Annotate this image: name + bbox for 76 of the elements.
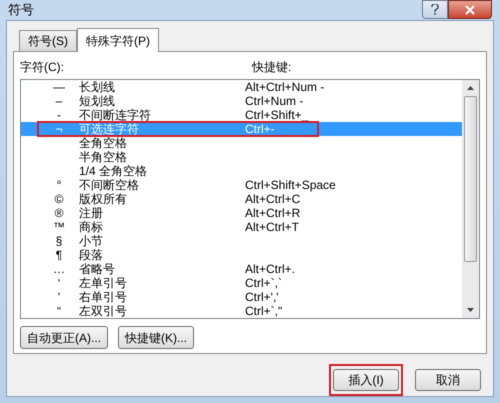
symbol-glyph: “	[57, 304, 61, 318]
shortcut-text: Ctrl+Shift+_	[245, 108, 308, 122]
list-row[interactable]: ¶ 段落	[21, 248, 462, 262]
symbol-name: 不间断空格	[79, 178, 140, 192]
list-row[interactable]: “ 左双引号 Ctrl+`,"	[21, 304, 462, 318]
list-row[interactable]: © 版权所有 Alt+Ctrl+C	[21, 192, 462, 206]
symbol-glyph: ®	[54, 206, 64, 220]
symbol-glyph: ™	[53, 220, 65, 234]
symbol-glyph: …	[53, 262, 65, 276]
symbol-name: 半角空格	[79, 150, 128, 164]
symbol-name: 1/4 全角空格	[79, 164, 148, 178]
symbol-name: 全角空格	[79, 136, 128, 150]
symbol-glyph: ¶	[56, 248, 62, 262]
close-icon	[465, 4, 475, 14]
shortcut-text: Ctrl+Num -	[245, 94, 304, 108]
list-row[interactable]: – 短划线 Ctrl+Num -	[21, 94, 462, 108]
shortcut-text: Ctrl+','	[245, 290, 279, 304]
scroll-up-icon	[467, 86, 474, 90]
symbol-name: 省略号	[79, 262, 116, 276]
shortcut-text: Alt+Ctrl+Num -	[245, 80, 324, 94]
symbol-glyph: ’	[58, 290, 60, 304]
symbol-name: 长划线	[79, 80, 116, 94]
shortcut-text: Alt+Ctrl+R	[245, 206, 300, 220]
help-button[interactable]	[422, 0, 448, 19]
list-row[interactable]: ™ 商标 Alt+Ctrl+T	[21, 220, 462, 234]
symbol-name: 短划线	[79, 94, 116, 108]
list-row[interactable]: 全角空格	[21, 136, 462, 150]
tab[interactable]: 特殊字符(P)	[77, 28, 159, 52]
list-row[interactable]: § 小节	[21, 234, 462, 248]
symbol-name: 小节	[79, 234, 104, 248]
scroll-down-icon	[467, 308, 474, 312]
list-row[interactable]: 半角空格	[21, 150, 462, 164]
list-row[interactable]: — 长划线 Alt+Ctrl+Num -	[21, 80, 462, 94]
list-label: 字符(C):	[20, 59, 65, 76]
symbol-glyph: -	[57, 108, 61, 122]
shortcut-text: Alt+Ctrl+.	[245, 262, 296, 276]
shortcut-text: Ctrl+`,"	[245, 304, 282, 318]
symbol-name: 不间断连字符	[79, 108, 152, 122]
list-row[interactable]: ° 不间断空格 Ctrl+Shift+Space	[21, 178, 462, 192]
list-row[interactable]: … 省略号 Alt+Ctrl+.	[21, 262, 462, 276]
shortcut-text: Ctrl+-	[245, 122, 275, 136]
symbol-name: 右单引号	[79, 290, 128, 304]
list-row[interactable]: ® 注册 Alt+Ctrl+R	[21, 206, 462, 220]
symbol-name: 版权所有	[79, 192, 128, 206]
window-title: 符号	[8, 1, 34, 20]
dialog-button[interactable]: 插入(I)	[333, 369, 399, 391]
symbol-name: 左单引号	[79, 276, 128, 290]
symbol-glyph: ©	[54, 192, 64, 206]
panel-button[interactable]: 快捷键(K)...	[118, 326, 194, 349]
scroll-thumb[interactable]	[464, 96, 477, 262]
close-button[interactable]	[448, 0, 492, 19]
symbol-glyph: ‘	[58, 276, 60, 290]
column-label: 快捷键:	[252, 59, 292, 76]
symbol-name: 左双引号	[79, 304, 128, 318]
symbol-name: 可选连字符	[79, 122, 140, 136]
symbol-glyph: —	[53, 80, 65, 94]
tab[interactable]: 符号(S)	[19, 30, 77, 51]
symbol-glyph: –	[56, 94, 62, 108]
symbol-name: 商标	[79, 220, 104, 234]
list-row[interactable]: - 不间断连字符 Ctrl+Shift+_	[21, 108, 462, 122]
symbol-glyph: °	[56, 178, 62, 192]
symbol-name: 注册	[79, 206, 104, 220]
scrollbar[interactable]	[462, 80, 479, 318]
dialog-button[interactable]: 取消	[415, 369, 481, 391]
shortcut-text: Ctrl+`,`	[245, 276, 282, 290]
shortcut-text: Ctrl+Shift+Space	[245, 178, 336, 192]
list-row[interactable]: ‘ 左单引号 Ctrl+`,`	[21, 276, 462, 290]
panel-button[interactable]: 自动更正(A)...	[20, 326, 108, 349]
shortcut-text: Alt+Ctrl+C	[245, 192, 300, 206]
list-row[interactable]: ’ 右单引号 Ctrl+','	[21, 290, 462, 304]
symbol-name: 段落	[79, 248, 104, 262]
symbol-glyph: §	[56, 234, 62, 248]
shortcut-text: Alt+Ctrl+T	[245, 220, 300, 234]
help-icon	[431, 4, 439, 15]
symbol-glyph: ¬	[55, 122, 62, 136]
list-row[interactable]: 1/4 全角空格	[21, 164, 462, 178]
